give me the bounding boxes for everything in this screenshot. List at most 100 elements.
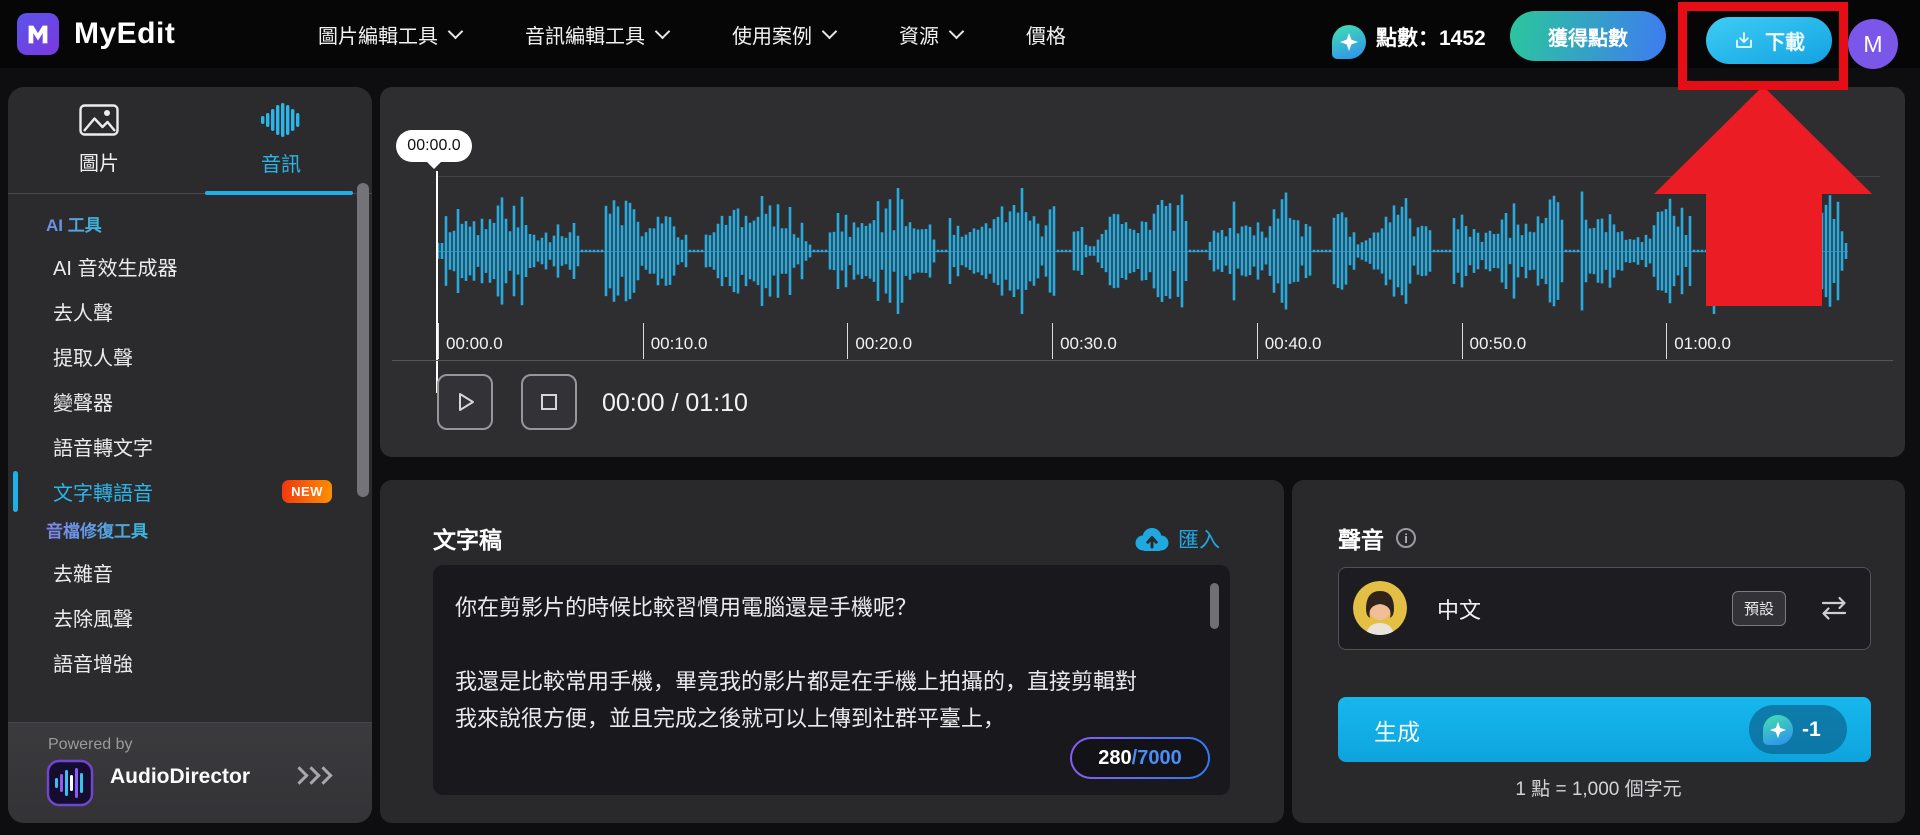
sidebar-item-label: 語音轉文字 <box>53 438 153 460</box>
sidebar-scrollbar[interactable] <box>357 183 369 497</box>
sidebar: 圖片 音訊 AI 工具 AI 音效生成器 去人聲 提取人聲 變聲器 語音轉文字 … <box>8 87 372 823</box>
top-navbar: MyEdit 圖片編輯工具 音訊編輯工具 使用案例 資源 價格 點數：1452 獲得點數… <box>0 0 1920 69</box>
tab-audio[interactable]: 音訊 <box>190 87 372 193</box>
voice-selector[interactable]: 中文 預設 <box>1338 567 1871 650</box>
audiodirector-icon <box>46 759 94 812</box>
triple-chevron-icon[interactable] <box>290 766 333 785</box>
generate-label: 生成 <box>1374 718 1420 745</box>
sidebar-item-label: 文字轉語音 <box>53 483 153 505</box>
points-balance: 點數：1452 <box>1376 27 1486 50</box>
get-points-button[interactable]: 獲得點數 <box>1510 11 1666 61</box>
info-icon[interactable]: i <box>1396 528 1416 548</box>
transcript-line <box>455 626 1175 663</box>
play-button[interactable] <box>437 374 493 430</box>
sidebar-item-label: 提取人聲 <box>53 348 133 370</box>
sidebar-item-label: AI 音效生成器 <box>53 258 178 280</box>
sidebar-item-去除風聲[interactable]: 去除風聲 <box>8 595 372 640</box>
timeline-tick: 00:40.0 <box>1256 323 1322 359</box>
timeline-tick: 00:30.0 <box>1052 323 1117 359</box>
char-count: 280 <box>1098 746 1132 769</box>
logo-m-glyph <box>28 25 48 44</box>
default-badge: 預設 <box>1732 591 1786 626</box>
sidebar-tabs: 圖片 音訊 <box>8 87 372 195</box>
sidebar-section-header: 音檔修復工具 <box>8 514 148 550</box>
download-icon <box>1736 31 1752 48</box>
timeline-tick: 00:00.0 <box>438 323 503 359</box>
nav-item-3[interactable]: 使用案例 <box>732 20 838 49</box>
swap-voice-icon[interactable] <box>1818 594 1850 627</box>
nav-item-1[interactable]: 圖片編輯工具 <box>318 20 464 49</box>
nav-item-label: 使用案例 <box>732 25 812 48</box>
sidebar-section-header: AI 工具 <box>8 208 102 244</box>
nav-item-4[interactable]: 資源 <box>899 20 965 49</box>
sidebar-item-去人聲[interactable]: 去人聲 <box>8 289 372 334</box>
char-counter: 280/7000 <box>1070 737 1210 779</box>
powered-by-panel[interactable]: Powered by AudioDirector <box>8 722 372 823</box>
sidebar-item-變聲器[interactable]: 變聲器 <box>8 379 372 424</box>
audiodirector-label: AudioDirector <box>110 765 251 788</box>
nav-item-label: 音訊編輯工具 <box>525 25 645 48</box>
main-nav: 圖片編輯工具 音訊編輯工具 使用案例 資源 價格 <box>318 0 1066 68</box>
nav-item-label: 資源 <box>899 25 939 48</box>
transcript-panel: 文字稿 匯入 你在剪影片的時候比較習慣用電腦還是手機呢？ 我還是比較常用手機，畢竟… <box>380 480 1284 823</box>
nav-item-label: 圖片編輯工具 <box>318 25 438 48</box>
sidebar-item-label: 去除風聲 <box>53 609 133 631</box>
stop-icon <box>541 394 557 410</box>
voice-avatar <box>1353 581 1407 635</box>
sidebar-item-label: 變聲器 <box>53 393 113 415</box>
user-avatar[interactable]: M <box>1848 19 1898 69</box>
sidebar-item-提取人聲[interactable]: 提取人聲 <box>8 334 372 379</box>
cost-coin-icon <box>1763 714 1793 745</box>
sidebar-item-語音轉文字[interactable]: 語音轉文字 <box>8 424 372 469</box>
download-label: 下載 <box>1765 32 1805 54</box>
nav-item-label: 價格 <box>1026 25 1066 48</box>
sidebar-item-label: 去人聲 <box>53 303 113 325</box>
transcript-line: 我來說很方便，並且完成之後就可以上傳到社群平臺上， <box>455 706 1006 731</box>
sidebar-item-AI 音效生成器[interactable]: AI 音效生成器 <box>8 244 372 289</box>
myedit-app: MyEdit 圖片編輯工具 音訊編輯工具 使用案例 資源 價格 點數：1452 獲得點數… <box>0 0 1920 835</box>
nav-item-2[interactable]: 音訊編輯工具 <box>525 20 671 49</box>
cost-value: -1 <box>1802 717 1821 741</box>
brand-name: MyEdit <box>74 17 176 50</box>
char-limit: /7000 <box>1131 746 1182 769</box>
sidebar-item-語音增強[interactable]: 語音增強 <box>8 640 372 685</box>
transcript-text: 你在剪影片的時候比較習慣用電腦還是手機呢？ 我還是比較常用手機，畢竟我的影片都是在… <box>455 589 1175 737</box>
pricing-note: 1 點 = 1,000 個字元 <box>1515 779 1682 800</box>
tab-audio-label: 音訊 <box>261 154 301 176</box>
voice-language: 中文 <box>1437 597 1482 623</box>
sidebar-item-文字轉語音[interactable]: 文字轉語音 NEW <box>8 469 372 514</box>
play-icon <box>459 393 474 411</box>
import-label: 匯入 <box>1178 529 1220 552</box>
timeline-tick: 01:00.0 <box>1666 323 1731 359</box>
tab-image[interactable]: 圖片 <box>8 87 190 193</box>
time-display: 00:00 / 01:10 <box>602 389 748 417</box>
points-coin-icon <box>1332 25 1366 59</box>
tab-image-label: 圖片 <box>79 153 119 175</box>
active-tab-underline <box>205 191 353 195</box>
nav-item-5[interactable]: 價格 <box>1026 20 1066 49</box>
timeline-tick: 00:10.0 <box>642 323 707 359</box>
sidebar-item-去雜音[interactable]: 去雜音 <box>8 550 372 595</box>
timeline-tick: 00:20.0 <box>847 323 912 359</box>
download-button[interactable]: 下載 <box>1706 17 1832 64</box>
timeline-bottom-border <box>392 360 1893 361</box>
cloud-upload-icon <box>1135 527 1169 551</box>
sidebar-menu: AI 工具 AI 音效生成器 去人聲提取人聲變聲器語音轉文字文字轉語音 NEW 音檔修復… <box>8 194 372 685</box>
transcript-textarea[interactable]: 你在剪影片的時候比較習慣用電腦還是手機呢？ 我還是比較常用手機，畢竟我的影片都是在… <box>433 565 1230 795</box>
sidebar-item-label: 語音增強 <box>53 654 133 676</box>
generate-button[interactable]: 生成 -1 <box>1338 697 1871 762</box>
chevron-down-icon <box>447 23 464 39</box>
image-icon <box>79 104 119 136</box>
voice-title: 聲音 <box>1338 527 1384 553</box>
transcript-line: 我還是比較常用手機，畢竟我的影片都是在手機上拍攝的，直接剪輯對 <box>455 669 1138 694</box>
stop-button[interactable] <box>521 374 577 430</box>
red-arrow-annotation <box>1654 86 1872 306</box>
voice-title-row: 聲音 i <box>1338 521 1416 555</box>
cost-badge: -1 <box>1749 705 1847 754</box>
import-button[interactable]: 匯入 <box>1133 524 1220 554</box>
audio-waveform-icon <box>261 103 300 137</box>
chevron-down-icon <box>821 23 838 39</box>
myedit-logo-icon[interactable] <box>17 13 59 55</box>
textarea-scrollbar[interactable] <box>1210 583 1219 629</box>
new-badge: NEW <box>282 480 332 503</box>
